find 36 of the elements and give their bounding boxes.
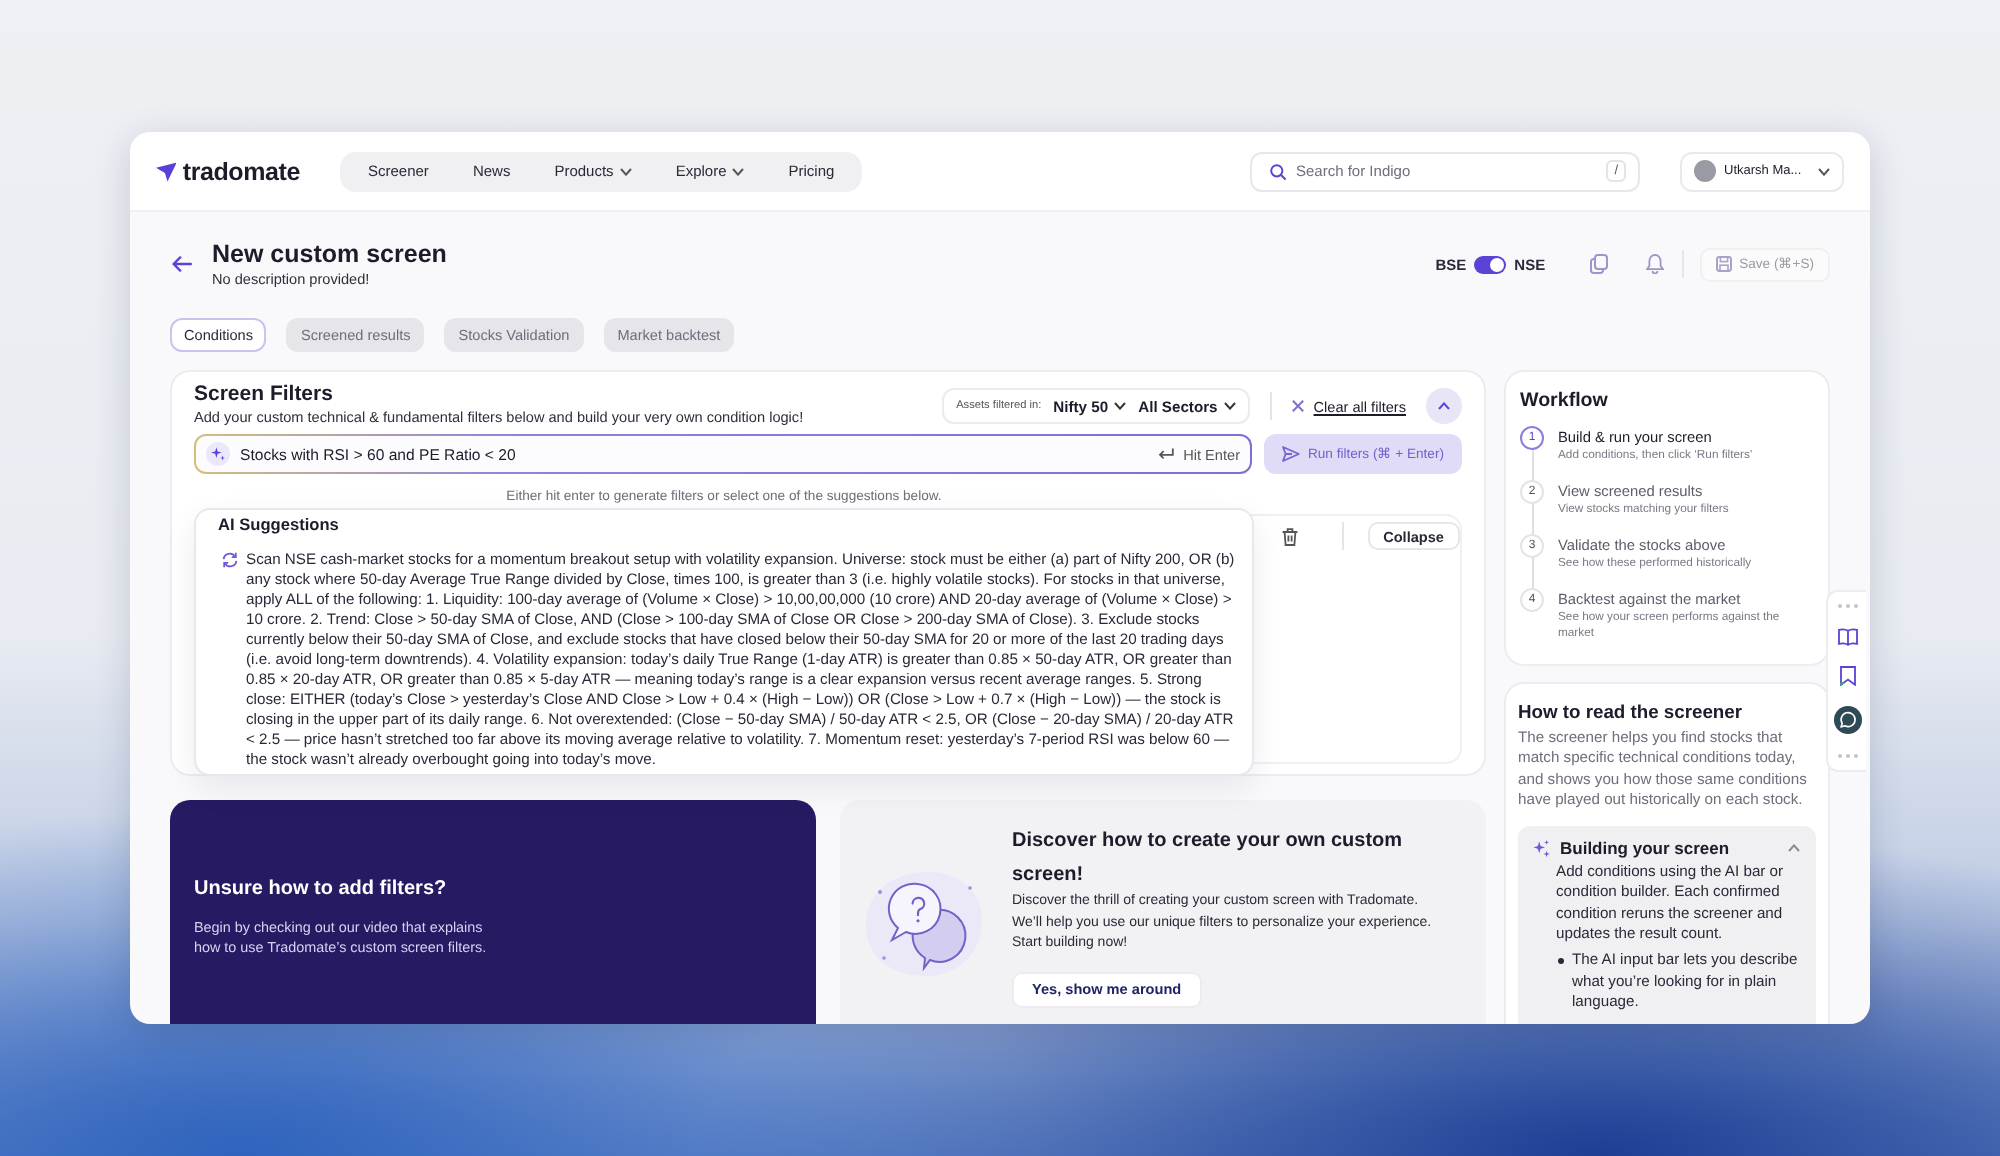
logo-icon[interactable] (156, 159, 177, 183)
promo-title: Discover how to create your own custom screen! (1012, 828, 1405, 890)
back-arrow-icon[interactable] (172, 256, 192, 272)
chevron-up-icon (1438, 402, 1450, 410)
bookmark-icon[interactable] (1839, 666, 1855, 686)
trash-icon[interactable] (1281, 527, 1298, 545)
send-icon (1281, 446, 1300, 462)
card-title: Workflow (1520, 388, 1610, 414)
close-icon (1291, 400, 1304, 412)
logo-wordmark[interactable]: tradomate (182, 157, 300, 185)
book-icon[interactable] (1837, 628, 1857, 646)
sparkle-icon (206, 442, 230, 466)
chevron-down-icon (732, 167, 745, 175)
guide-section-title[interactable]: Building your screen (1560, 836, 1730, 861)
sparkle-icon (1532, 839, 1550, 858)
speech-bubbles-drawing (864, 870, 984, 978)
suggestions-title: AI Suggestions (218, 512, 341, 536)
section-title: Screen Filters (194, 380, 335, 408)
caret-up-icon[interactable] (1788, 844, 1800, 853)
card-title: How to read the screener (1518, 698, 1745, 724)
chevron-down-icon (1223, 402, 1236, 410)
collapse-filters-button[interactable] (1426, 388, 1462, 424)
chat-icon[interactable] (1833, 706, 1861, 734)
exchange-toggle[interactable] (1474, 255, 1507, 273)
enter-key-icon (1157, 448, 1174, 460)
bell-icon[interactable] (1645, 254, 1664, 274)
page-title: New custom screen (212, 238, 447, 270)
chevron-down-icon (1818, 167, 1830, 175)
promo-title: Unsure how to add filters? (194, 876, 449, 904)
avatar (1694, 160, 1716, 182)
copy-icon[interactable] (1589, 254, 1608, 274)
search-icon (1270, 163, 1286, 179)
chevron-down-icon (1114, 402, 1127, 410)
bullet-icon (1558, 958, 1564, 965)
chevron-down-icon (619, 167, 632, 175)
cycle-arrows-icon (222, 552, 238, 568)
